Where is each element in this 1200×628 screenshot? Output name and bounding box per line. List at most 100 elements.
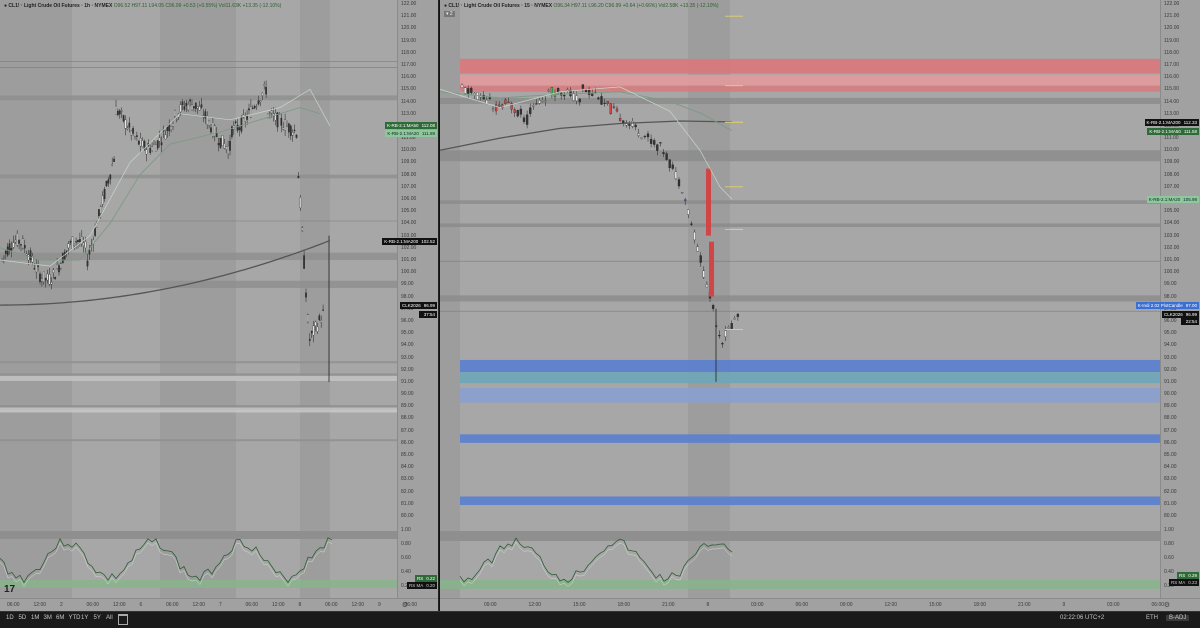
- left-time-axis[interactable]: 06:00 12:00 2 06:00 12:00 6 06:00 12:00 7 06:00 12…: [0, 598, 438, 611]
- range-button-5y[interactable]: 5Y: [94, 615, 101, 621]
- candle-body: [99, 206, 102, 214]
- candle-body: [170, 126, 172, 130]
- level-zone: [0, 439, 398, 442]
- candle-body: [563, 94, 566, 97]
- candle-body: [50, 282, 53, 285]
- candle-body: [29, 250, 32, 260]
- candle-body: [265, 86, 267, 95]
- right-chart-pane[interactable]: ● CL1! · Light Crude Oil Futures · 15 · …: [440, 0, 1200, 611]
- candle-body: [210, 127, 212, 133]
- range-button-1d[interactable]: 1D: [6, 615, 14, 621]
- adjust-toggle[interactable]: B-ADJ: [1166, 615, 1190, 621]
- candle-body: [244, 116, 247, 122]
- candle-body: [134, 136, 136, 138]
- range-button-3m[interactable]: 3M: [44, 615, 52, 621]
- range-button-6m[interactable]: 6M: [56, 615, 64, 621]
- clock[interactable]: 02:22:06 UTC+2: [1060, 615, 1104, 621]
- candle-body: [219, 137, 222, 148]
- left-price-plot[interactable]: [0, 0, 398, 599]
- candle-body: [250, 106, 252, 118]
- candle-body: [39, 273, 41, 282]
- session-toggle[interactable]: ETH: [1146, 615, 1158, 621]
- demand-zone: [460, 372, 1161, 384]
- candle-body: [709, 241, 714, 297]
- right-price-axis[interactable]: 122.00 121.00 120.00 119.00 118.00 117.00 116.…: [1160, 0, 1200, 599]
- settings-icon[interactable]: ⚙: [1164, 601, 1170, 609]
- candle-body: [215, 133, 218, 137]
- candle-body: [591, 93, 594, 96]
- candle-body: [578, 98, 581, 103]
- price-tag: K-RB-2.1:MA50 111.58: [1147, 128, 1199, 136]
- indicator-count-badge[interactable]: ▾ 2: [444, 11, 455, 17]
- chart-menu-icon[interactable]: ●: [4, 3, 7, 9]
- candle-body: [16, 233, 19, 246]
- candle-body: [187, 104, 190, 111]
- chart-menu-icon[interactable]: ●: [444, 3, 447, 9]
- settings-icon[interactable]: ⚙: [402, 601, 408, 609]
- level-zone-light: [0, 375, 398, 381]
- candle-body: [612, 106, 616, 108]
- left-chart-pane[interactable]: ● CL1! · Light Crude Oil Futures · 1h · …: [0, 0, 439, 611]
- candle-body: [20, 244, 22, 246]
- left-legend: ● CL1! · Light Crude Oil Futures · 1h · …: [4, 3, 281, 9]
- candle-body: [504, 99, 507, 105]
- candle-body: [640, 137, 643, 139]
- candle-body: [128, 122, 131, 128]
- level-zone: [440, 223, 1161, 228]
- price-tag: 37:54: [418, 310, 437, 318]
- range-button-all[interactable]: All: [106, 615, 113, 621]
- range-button-ytd[interactable]: YTD: [69, 615, 81, 621]
- range-button-1y[interactable]: 1Y: [81, 615, 88, 621]
- left-symbol-title[interactable]: CL1! · Light Crude Oil Futures · 1h · NY…: [8, 3, 112, 9]
- osc-tick-label: 0.60: [1164, 555, 1174, 561]
- candle-body: [44, 277, 47, 281]
- price-tick-label: 107.00: [1164, 183, 1180, 190]
- time-tick-label: 12:00: [113, 602, 126, 608]
- price-tick-label: 107.00: [401, 183, 417, 190]
- left-price-axis[interactable]: 122.00 121.00 120.00 119.00 118.00 117.00 116.…: [397, 0, 438, 599]
- price-tick-label: 94.00: [1164, 342, 1177, 349]
- candle-body: [124, 119, 127, 129]
- candle-body: [101, 195, 104, 205]
- candle-body: [299, 197, 302, 209]
- candle-body: [547, 90, 550, 92]
- candle-body: [532, 105, 535, 107]
- candle-body: [674, 171, 678, 179]
- candle-body: [680, 192, 684, 194]
- price-tick-label: 95.00: [1164, 330, 1177, 337]
- right-price-plot[interactable]: [440, 0, 1161, 599]
- candle-body: [544, 100, 547, 102]
- price-tag-value: 111.58: [1183, 129, 1197, 135]
- calendar-icon[interactable]: [118, 614, 128, 625]
- candle-body: [269, 112, 271, 114]
- candle-body: [606, 101, 609, 104]
- time-tick-label: 21:00: [1018, 602, 1031, 608]
- right-time-axis[interactable]: 09:00 12:00 15:00 18:00 21:00 8 03:00 06:00 09:0…: [440, 598, 1200, 611]
- price-tick-label: 80.00: [1164, 513, 1177, 519]
- candle-body: [653, 140, 656, 145]
- candle-body: [221, 135, 224, 146]
- price-tick-label: 83.00: [401, 476, 414, 483]
- osc-tick-label: 1.00: [401, 527, 411, 533]
- price-tag-value: 111.89: [421, 131, 435, 137]
- price-tag-label: K-RB-2.1:MA200: [1146, 119, 1181, 125]
- level-zone-light: [0, 407, 398, 413]
- price-tag: RS 0.29: [1176, 572, 1199, 579]
- range-button-5d[interactable]: 5D: [19, 615, 27, 621]
- candle-body: [52, 269, 55, 273]
- candle-body: [259, 100, 262, 103]
- candle-body: [48, 274, 51, 285]
- right-symbol-title[interactable]: CL1! · Light Crude Oil Futures · 15 · NY…: [448, 3, 552, 9]
- candle-body: [529, 107, 532, 114]
- candle-body: [98, 209, 100, 217]
- range-button-1m[interactable]: 1M: [31, 615, 39, 621]
- price-tick-label: 117.00: [1164, 61, 1179, 68]
- price-tag: K-RB-2.1:MA200 102.52: [382, 238, 437, 246]
- price-tick-label: 111.00: [1164, 135, 1179, 142]
- price-tag-label: K-RB-2.1:MA200: [384, 239, 419, 245]
- candle-body: [693, 231, 696, 241]
- candle-body: [122, 115, 125, 122]
- candle-body: [288, 123, 290, 133]
- candle-body: [494, 104, 498, 112]
- price-tick-label: 114.00: [401, 98, 416, 105]
